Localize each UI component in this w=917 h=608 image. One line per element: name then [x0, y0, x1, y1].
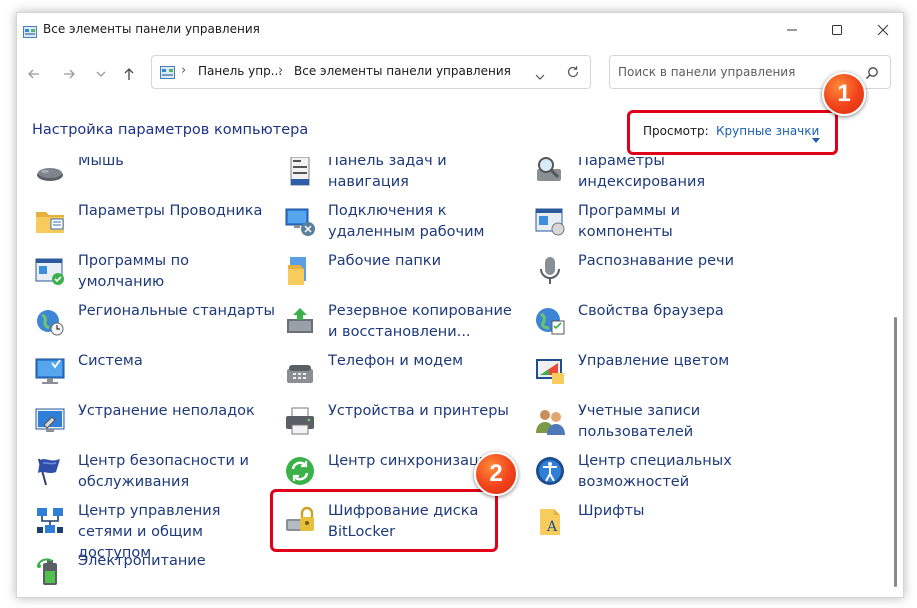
- address-dropdown-button[interactable]: [534, 67, 546, 86]
- taskbar-icon: [284, 157, 316, 187]
- item-label[interactable]: Мышь: [78, 157, 278, 172]
- step-badge-1: 1: [822, 72, 866, 116]
- internet-options-icon: [534, 305, 566, 337]
- item-label[interactable]: Устранение неполадок: [78, 401, 278, 422]
- navigation-bar: › Панель упр... › Все элементы панели уп…: [17, 49, 903, 99]
- default-programs-icon: [34, 255, 66, 287]
- item-label[interactable]: Программы по умолчанию: [78, 251, 218, 293]
- window-title: Все элементы панели управления: [43, 22, 260, 36]
- color-management-icon: [534, 355, 566, 387]
- item-label[interactable]: Программы и компоненты: [578, 201, 718, 243]
- user-accounts-icon: [534, 405, 566, 437]
- scrollbar-thumb[interactable]: [894, 317, 897, 587]
- remote-desktop-icon: [284, 205, 316, 237]
- region-globe-icon: [34, 305, 66, 337]
- network-icon: [34, 505, 66, 537]
- item-label[interactable]: Электропитание: [78, 551, 278, 572]
- back-button[interactable]: [23, 63, 45, 85]
- control-panel-window: Все элементы панели управления › Панель …: [16, 12, 904, 598]
- folder-options-icon: [34, 205, 66, 237]
- bitlocker-icon: [284, 505, 316, 537]
- address-bar[interactable]: › Панель упр... › Все элементы панели уп…: [151, 55, 591, 89]
- chevron-right-icon[interactable]: ›: [278, 63, 283, 78]
- item-label[interactable]: Шифрование диска BitLocker: [328, 501, 498, 543]
- programs-features-icon: [534, 205, 566, 237]
- search-input[interactable]: [616, 61, 855, 83]
- mouse-icon: [34, 157, 66, 187]
- item-label[interactable]: Центр специальных возможностей: [578, 451, 748, 493]
- chevron-right-icon[interactable]: ›: [181, 63, 186, 78]
- step-badge-2: 2: [474, 452, 518, 496]
- item-label[interactable]: Учетные записи пользователей: [578, 401, 718, 443]
- item-label[interactable]: Подключения к удаленным рабочим: [328, 201, 498, 243]
- arrow-left-icon: [28, 69, 39, 79]
- arrow-up-icon: [124, 68, 134, 80]
- power-battery-icon: [34, 555, 66, 587]
- item-label[interactable]: Параметры индексирования: [578, 157, 718, 193]
- search-icon[interactable]: [865, 65, 879, 84]
- ease-of-access-icon: [534, 455, 566, 487]
- printer-icon: [284, 405, 316, 437]
- arrow-right-icon: [64, 69, 75, 79]
- item-label[interactable]: Управление цветом: [578, 351, 778, 372]
- control-panel-icon: [160, 64, 175, 83]
- minimize-icon: [787, 29, 797, 31]
- breadcrumb-item-all-items[interactable]: Все элементы панели управления: [294, 64, 511, 78]
- item-label[interactable]: Панель задач и навигация: [328, 157, 468, 193]
- fonts-folder-icon: A: [534, 505, 566, 537]
- view-by-label: Просмотр:: [643, 124, 709, 138]
- item-label[interactable]: Распознавание речи: [578, 251, 778, 272]
- recent-locations-button[interactable]: [90, 63, 112, 85]
- backup-restore-icon: [284, 305, 316, 337]
- minimize-button[interactable]: [771, 18, 811, 42]
- chevron-down-icon: [96, 71, 106, 77]
- refresh-icon: [567, 66, 579, 78]
- view-by-dropdown[interactable]: Крупные значки: [716, 124, 819, 138]
- work-folders-icon: [284, 255, 316, 287]
- item-label[interactable]: Региональные стандарты: [78, 301, 278, 322]
- item-label[interactable]: Устройства и принтеры: [328, 401, 528, 422]
- forward-button[interactable]: [58, 63, 80, 85]
- caret-down-icon[interactable]: [812, 128, 820, 147]
- item-label[interactable]: Телефон и модем: [328, 351, 528, 372]
- item-label[interactable]: Резервное копирование и восстановлени...: [328, 301, 523, 343]
- sync-center-icon: [284, 455, 316, 487]
- security-flag-icon: [34, 455, 66, 487]
- items-grid: Мышь Параметры Проводника Программы по у…: [17, 157, 889, 597]
- control-panel-icon: [23, 23, 37, 42]
- page-title: Настройка параметров компьютера: [32, 122, 309, 138]
- phone-modem-icon: [284, 355, 316, 387]
- refresh-button[interactable]: [566, 64, 580, 83]
- indexing-icon: [534, 157, 566, 187]
- item-label[interactable]: Рабочие папки: [328, 251, 528, 272]
- item-label[interactable]: Параметры Проводника: [78, 201, 278, 222]
- maximize-button[interactable]: [816, 18, 856, 42]
- vertical-scrollbar[interactable]: [893, 157, 899, 597]
- up-button[interactable]: [118, 63, 140, 85]
- item-label[interactable]: Система: [78, 351, 278, 372]
- close-button[interactable]: [862, 18, 902, 42]
- item-label[interactable]: Шрифты: [578, 501, 778, 522]
- system-monitor-icon: [34, 355, 66, 387]
- title-bar: Все элементы панели управления: [17, 13, 903, 47]
- item-label[interactable]: Центр безопасности и обслуживания: [78, 451, 258, 493]
- close-icon: [877, 24, 889, 36]
- maximize-icon: [832, 25, 842, 35]
- chevron-down-icon: [535, 74, 545, 80]
- item-label[interactable]: Свойства браузера: [578, 301, 778, 322]
- svg-text:A: A: [546, 519, 558, 535]
- breadcrumb-item-control-panel[interactable]: Панель упр...: [198, 64, 282, 78]
- troubleshooting-icon: [34, 405, 66, 437]
- microphone-icon: [534, 255, 566, 287]
